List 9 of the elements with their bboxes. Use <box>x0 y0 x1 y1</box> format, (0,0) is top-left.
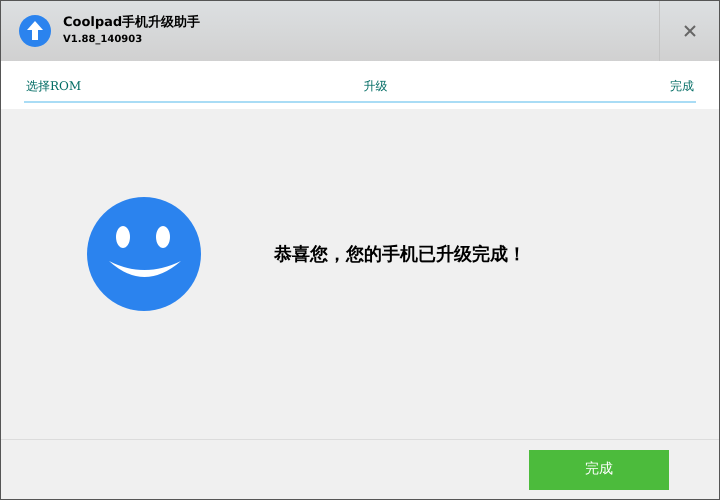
smiley-face-icon <box>87 197 201 311</box>
version-label: V1.88_140903 <box>63 32 144 47</box>
close-icon <box>684 25 696 37</box>
finish-button[interactable]: 完成 <box>529 450 669 490</box>
window-title: Coolpad手机升级助手 <box>63 15 200 32</box>
step-label: 选择ROM <box>26 78 82 95</box>
step-label: 升级 <box>364 78 388 95</box>
step-label: 完成 <box>670 78 694 95</box>
success-message: 恭喜您，您的手机已升级完成！ <box>274 242 526 266</box>
